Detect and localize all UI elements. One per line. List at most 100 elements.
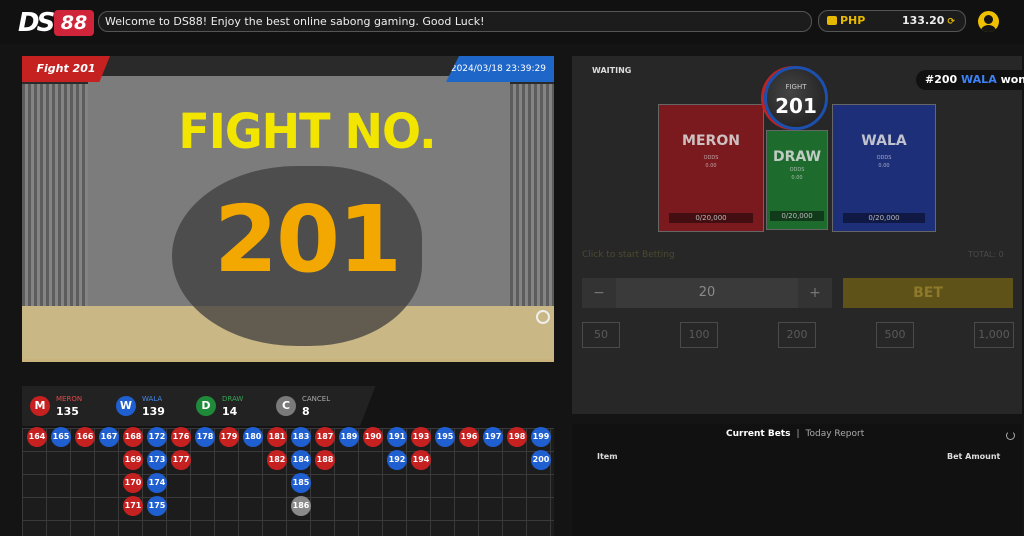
crowd-left: [22, 84, 88, 324]
history-chip: 177: [171, 450, 191, 470]
balance-amount: 133.20 ⟳: [902, 11, 955, 32]
history-chip: 176: [171, 427, 191, 447]
meron-pool: 0/20,000: [669, 213, 753, 223]
history-chip: 178: [195, 427, 215, 447]
draw-label: DRAW: [772, 149, 822, 165]
tab-separator: |: [796, 429, 800, 439]
history-chip: 168: [123, 427, 143, 447]
history-chip: 169: [123, 450, 143, 470]
betting-status: WAITING: [592, 66, 632, 75]
fight-number-badge: FIGHT 201: [764, 66, 828, 130]
last-winner-side: WALA: [961, 73, 997, 86]
history-chip: 195: [435, 427, 455, 447]
balance-value: 133.20: [902, 14, 945, 27]
history-chip: 180: [243, 427, 263, 447]
history-chip: 200: [531, 450, 551, 470]
stats-tab-edge: [360, 386, 554, 426]
fight-badge-label: FIGHT: [785, 83, 807, 91]
draw-letter-icon: D: [196, 396, 216, 416]
quick-amount-1000[interactable]: 1,000: [974, 322, 1014, 348]
history-chip: 198: [507, 427, 527, 447]
stat-label: MERON: [56, 395, 83, 403]
bet-amount-stepper: − 20 +: [582, 278, 832, 308]
history-chip: 188: [315, 450, 335, 470]
last-result-suffix: won: [1000, 73, 1024, 86]
history-chip: 164: [27, 427, 47, 447]
stat-value: 8: [302, 405, 310, 418]
wala-label: WALA: [861, 133, 907, 149]
fight-history-board: 164 165 166 167 168 169 170 171 172 173 174 175 176 1…: [22, 427, 554, 536]
history-chip: 174: [147, 473, 167, 493]
wala-pool: 0/20,000: [843, 213, 925, 223]
history-chip: 190: [363, 427, 383, 447]
history-chip: 194: [411, 450, 431, 470]
current-bets-panel: [572, 424, 1022, 536]
meron-bet-option[interactable]: MERON ODDS 0.00 0/20,000: [658, 104, 764, 232]
draw-odds-label: ODDS: [789, 167, 805, 173]
history-chip: 165: [51, 427, 71, 447]
user-profile-icon[interactable]: [978, 11, 999, 32]
stat-label: CANCEL: [302, 395, 331, 403]
history-chip: 182: [267, 450, 287, 470]
live-video-stream: FIGHT NO. 201: [22, 56, 554, 362]
tab-today-report[interactable]: Today Report: [806, 429, 865, 439]
fullscreen-icon[interactable]: [536, 310, 550, 324]
announcement-marquee: Welcome to DS88! Enjoy the best online s…: [98, 11, 812, 32]
history-chip: 183: [291, 427, 311, 447]
history-chip: 196: [459, 427, 479, 447]
history-chip: 173: [147, 450, 167, 470]
history-chip: 172: [147, 427, 167, 447]
bet-total: TOTAL: 0: [968, 250, 1004, 259]
stat-label: WALA: [142, 395, 163, 403]
last-fight-number: #200: [925, 73, 958, 86]
currency-label: PHP: [827, 11, 865, 31]
history-chip: 186: [291, 496, 311, 516]
quick-amount-200[interactable]: 200: [778, 322, 816, 348]
wala-odds-label: ODDS: [876, 155, 892, 161]
history-chip: 166: [75, 427, 95, 447]
wallet-balance: PHP 133.20 ⟳: [818, 10, 966, 32]
meron-odds-label: ODDS: [703, 155, 719, 161]
history-chip: 175: [147, 496, 167, 516]
logo-88-mark: 88: [54, 10, 94, 36]
tab-current-bets[interactable]: Current Bets: [726, 429, 790, 439]
logo-ds-mark: DS: [18, 8, 55, 38]
history-chip: 192: [387, 450, 407, 470]
refresh-bets-icon[interactable]: [1006, 431, 1015, 440]
last-result-banner: #200 WALA won: [916, 70, 1024, 90]
decrease-amount-button[interactable]: −: [582, 278, 616, 308]
history-chip: 189: [339, 427, 359, 447]
stat-value: 14: [222, 405, 238, 418]
fight-badge-number: 201: [775, 94, 817, 118]
currency-code: PHP: [840, 14, 866, 27]
cancel-letter-icon: C: [276, 396, 296, 416]
quick-amount-500[interactable]: 500: [876, 322, 914, 348]
history-chip: 184: [291, 450, 311, 470]
history-chip: 167: [99, 427, 119, 447]
fight-tag: Fight 201: [22, 56, 110, 82]
history-chip: 191: [387, 427, 407, 447]
history-chip: 199: [531, 427, 551, 447]
wala-letter-icon: W: [116, 396, 136, 416]
history-chip: 171: [123, 496, 143, 516]
meron-letter-icon: M: [30, 396, 50, 416]
meron-odds-value: 0.00: [705, 163, 717, 169]
wala-bet-option[interactable]: WALA ODDS 0.00 0/20,000: [832, 104, 936, 232]
history-chip: 187: [315, 427, 335, 447]
draw-bet-option[interactable]: DRAW ODDS 0.00 0/20,000: [766, 130, 828, 230]
refresh-balance-icon[interactable]: ⟳: [947, 17, 955, 27]
ds88-logo[interactable]: DS 88: [18, 8, 96, 38]
bet-amount-input[interactable]: 20: [616, 278, 798, 308]
place-bet-button[interactable]: BET: [843, 278, 1013, 308]
increase-amount-button[interactable]: +: [798, 278, 832, 308]
history-chip: 179: [219, 427, 239, 447]
quick-amount-50[interactable]: 50: [582, 322, 620, 348]
stat-label: DRAW: [222, 395, 244, 403]
column-header-item: Item: [597, 452, 618, 461]
bets-tabs: Current Bets | Today Report: [726, 429, 864, 439]
stat-value: 139: [142, 405, 165, 418]
fight-overlay-title: FIGHT NO.: [178, 102, 436, 160]
quick-amount-100[interactable]: 100: [680, 322, 718, 348]
history-chip: 185: [291, 473, 311, 493]
meron-label: MERON: [682, 133, 740, 149]
